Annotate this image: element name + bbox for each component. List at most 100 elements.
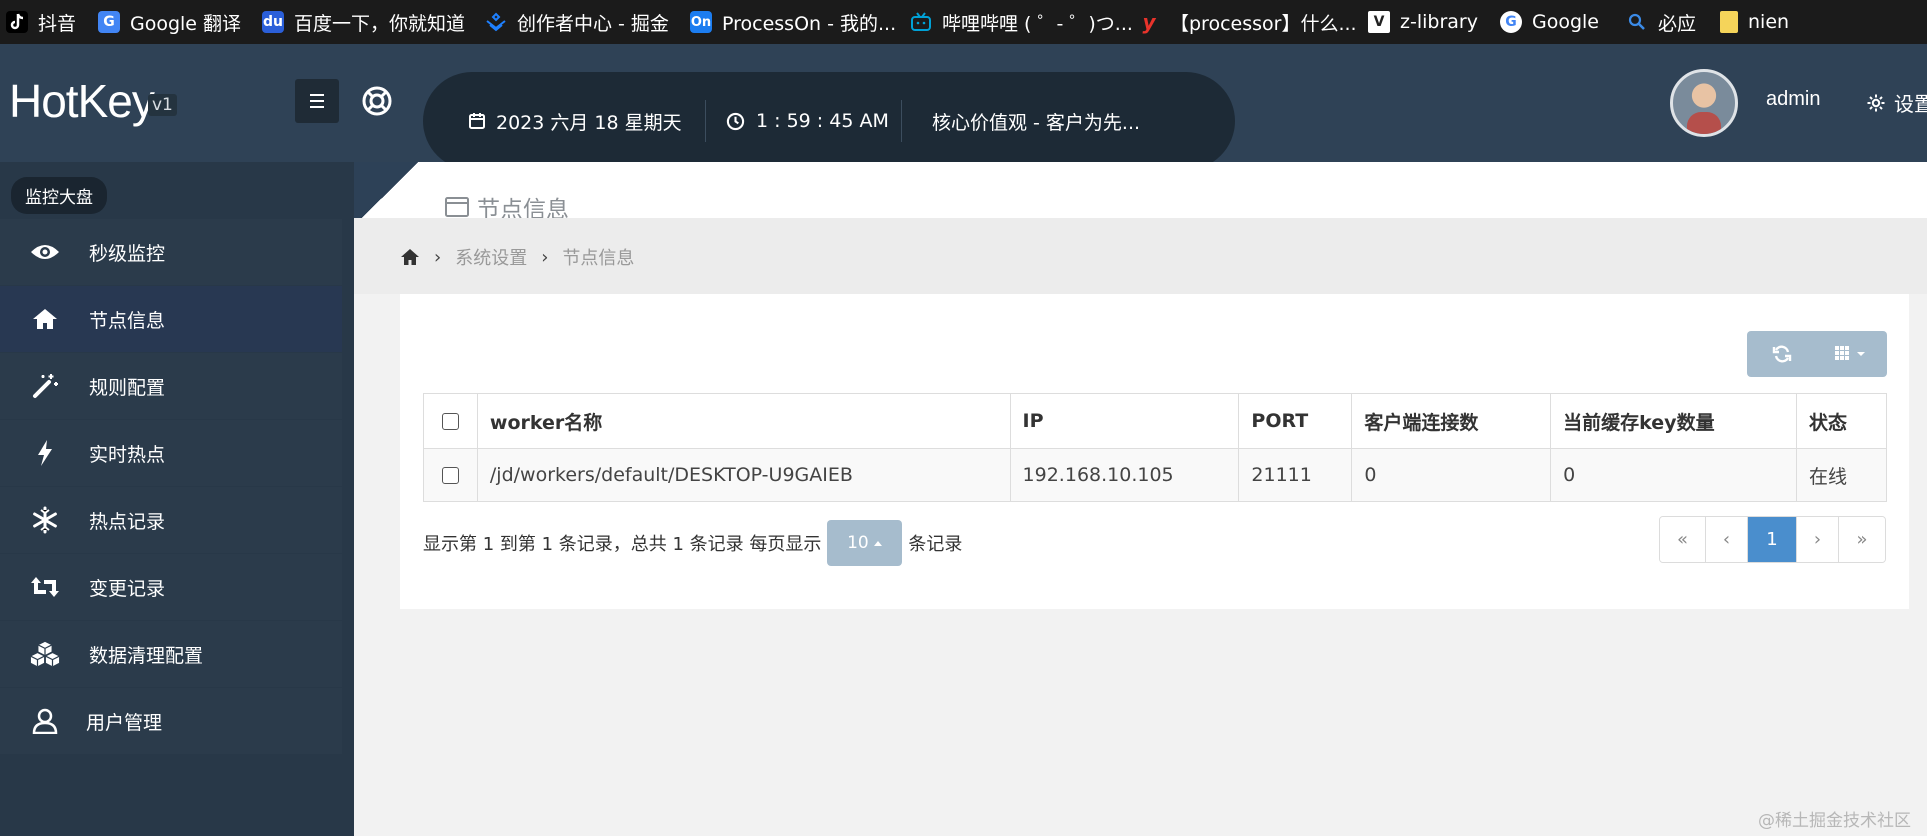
- sidebar-item-rule-config[interactable]: 规则配置: [0, 353, 342, 419]
- sidebar-item-realtime-hotspot[interactable]: 实时热点: [0, 420, 342, 486]
- next-page-button[interactable]: ›: [1797, 517, 1839, 562]
- bookmark-processon[interactable]: On ProcessOn - 我的...: [690, 0, 896, 44]
- sidebar-section-tag: 监控大盘: [11, 177, 107, 214]
- bing-search-icon: [1626, 11, 1648, 33]
- username[interactable]: admin: [1766, 88, 1820, 111]
- column-header[interactable]: 客户端连接数: [1351, 393, 1552, 449]
- juejin-icon: [485, 11, 507, 33]
- pagination: « ‹ 1 › »: [1659, 516, 1886, 563]
- sidebar-item-change-records[interactable]: 变更记录: [0, 554, 342, 620]
- bookmark-juejin[interactable]: 创作者中心 - 掘金: [485, 0, 669, 44]
- youdao-icon: y: [1142, 10, 1156, 34]
- column-header[interactable]: worker名称: [476, 393, 1011, 449]
- bilibili-icon: [910, 11, 932, 33]
- page-1-button[interactable]: 1: [1748, 517, 1797, 562]
- refresh-button[interactable]: [1747, 331, 1817, 377]
- title-corner-decoration: [354, 162, 418, 226]
- bookmark-label: 创作者中心 - 掘金: [517, 12, 669, 35]
- worker-name-cell: /jd/workers/default/DESKTOP-U9GAIEB: [476, 448, 1011, 502]
- sidebar-item-label: 实时热点: [89, 443, 166, 466]
- status-cell: 在线: [1796, 448, 1887, 502]
- sidebar-item-hotspot-records[interactable]: 热点记录: [0, 487, 342, 553]
- column-header[interactable]: 状态: [1796, 393, 1887, 449]
- chevron-right-icon: ›: [541, 246, 549, 268]
- lifering-icon[interactable]: [361, 85, 393, 117]
- bookmark-zlibrary[interactable]: V z-library: [1368, 0, 1478, 44]
- bookmark-google-translate[interactable]: G Google 翻译: [98, 0, 241, 44]
- row-select-cell: [423, 448, 478, 502]
- breadcrumb-item[interactable]: 系统设置: [455, 244, 527, 270]
- ip-cell: 192.168.10.105: [1009, 448, 1240, 502]
- sidebar-item-second-monitor[interactable]: 秒级监控: [0, 219, 342, 285]
- bookmark-label: Google 翻译: [130, 12, 242, 35]
- menu-icon-line: [310, 106, 324, 108]
- bookmark-baidu[interactable]: du 百度一下，你就知道: [262, 0, 465, 44]
- chevron-right-icon: ›: [434, 246, 442, 268]
- columns-toggle-button[interactable]: [1817, 331, 1887, 377]
- sidebar-footer: [0, 762, 354, 836]
- bookmark-label: z-library: [1400, 11, 1478, 33]
- zlibrary-icon: V: [1368, 11, 1390, 33]
- table-toolbar: [1747, 331, 1887, 377]
- menu-icon-line: [310, 100, 324, 102]
- avatar-body: [1687, 112, 1721, 134]
- version-badge: v1: [148, 94, 177, 116]
- bookmark-douyin[interactable]: 抖音: [6, 0, 76, 44]
- pagination-info: 显示第 1 到第 1 条记录，总共 1 条记录 每页显示 10 条记录: [423, 520, 962, 566]
- bookmark-label: 必应: [1658, 12, 1697, 35]
- sidebar-toggle-button[interactable]: [295, 79, 339, 123]
- table-header-row: worker名称 IP PORT 客户端连接数 当前缓存key数量 状态: [423, 393, 1887, 449]
- google-translate-icon: G: [98, 11, 120, 33]
- retweet-icon: [30, 572, 60, 602]
- sidebar-item-label: 节点信息: [89, 309, 166, 332]
- last-page-button[interactable]: »: [1839, 517, 1885, 562]
- column-header[interactable]: PORT: [1238, 393, 1353, 449]
- cache-key-count-cell: 0: [1550, 448, 1797, 502]
- info-pill: 2023 六月 18 星期天 1 : 59 : 45 AM 核心价值观 - 客户…: [423, 72, 1235, 170]
- tiktok-icon: [6, 11, 28, 33]
- bookmark-youdao[interactable]: y 【processor】什么...: [1138, 0, 1356, 44]
- column-header[interactable]: 当前缓存key数量: [1550, 393, 1797, 449]
- app-logo[interactable]: HotKey: [9, 74, 155, 128]
- watermark: @稀土掘金技术社区: [1758, 811, 1911, 831]
- column-header[interactable]: IP: [1009, 393, 1240, 449]
- pagination-info-suffix: 条记录: [908, 534, 963, 555]
- google-icon: G: [1500, 11, 1522, 33]
- row-checkbox[interactable]: [441, 467, 459, 484]
- sidebar-item-data-cleanup[interactable]: 数据清理配置: [0, 621, 342, 687]
- calendar-icon: [469, 113, 485, 129]
- sidebar-item-label: 秒级监控: [89, 242, 166, 265]
- bookmark-label: 抖音: [38, 12, 77, 35]
- select-all-checkbox[interactable]: [441, 413, 459, 430]
- bookmark-label: 百度一下，你就知道: [294, 12, 466, 35]
- avatar[interactable]: [1670, 69, 1738, 137]
- first-page-button[interactable]: «: [1660, 517, 1706, 562]
- lightning-icon: [30, 438, 60, 468]
- window-icon: [445, 197, 469, 217]
- sidebar-item-node-info[interactable]: 节点信息: [0, 286, 342, 352]
- grid-icon: [1835, 346, 1865, 360]
- worker-table: worker名称 IP PORT 客户端连接数 当前缓存key数量 状态 /jd…: [423, 393, 1887, 502]
- bookmark-nien[interactable]: nien: [1720, 0, 1789, 44]
- bookmark-bing[interactable]: 必应: [1626, 0, 1696, 44]
- caret-up-icon: [873, 541, 882, 546]
- prev-page-button[interactable]: ‹: [1706, 517, 1748, 562]
- sidebar-item-user-management[interactable]: 用户管理: [0, 688, 342, 754]
- bookmark-label: ProcessOn - 我的...: [722, 12, 897, 35]
- sidebar-item-label: 数据清理配置: [89, 644, 204, 667]
- magic-wand-icon: [30, 371, 60, 401]
- title-bar: [418, 162, 1927, 218]
- home-icon: [30, 304, 60, 334]
- page-size-dropdown[interactable]: 10: [827, 520, 903, 566]
- bookmark-bilibili[interactable]: 哔哩哔哩 ( ゜- ゜)つ...: [910, 0, 1133, 44]
- home-icon[interactable]: [400, 248, 420, 266]
- date-display: 2023 六月 18 星期天: [468, 72, 682, 170]
- bookmark-google[interactable]: G Google: [1500, 0, 1599, 44]
- table-row[interactable]: /jd/workers/default/DESKTOP-U9GAIEB 192.…: [423, 448, 1887, 502]
- baidu-icon: du: [262, 11, 284, 33]
- port-cell: 21111: [1238, 448, 1353, 502]
- settings-link[interactable]: 设置: [1866, 88, 1927, 117]
- pill-divider: [901, 100, 902, 142]
- eye-icon: [30, 237, 60, 267]
- client-connections-cell: 0: [1351, 448, 1552, 502]
